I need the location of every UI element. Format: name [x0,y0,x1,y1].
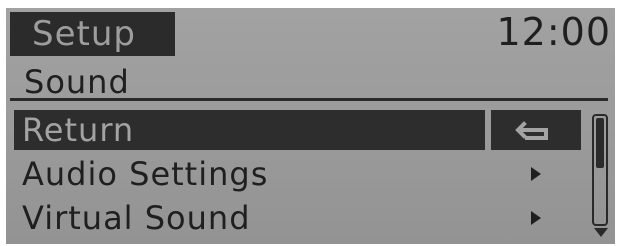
return-button[interactable] [491,110,581,150]
return-arrow-icon [515,121,548,140]
menu-item-return[interactable]: Return [14,110,485,150]
menu-item-virtual-sound[interactable]: Virtual Sound [14,198,485,238]
divider [10,98,608,101]
scrollbar-thumb[interactable] [596,118,604,168]
chevron-right-icon [531,167,541,181]
audio-settings-arrow[interactable] [491,154,581,194]
scrollbar[interactable] [592,114,608,226]
menu-item-label: Audio Settings [22,155,269,193]
display-screen: Setup 12:00 Sound Return Audio Settings … [6,8,615,244]
menu-item-audio-settings[interactable]: Audio Settings [14,154,485,194]
menu-item-label: Return [22,111,135,149]
scroll-down-icon[interactable] [593,227,609,239]
virtual-sound-arrow[interactable] [491,198,581,238]
submenu-title: Sound [24,63,130,101]
menu-item-label: Virtual Sound [22,199,251,237]
clock: 12:00 [496,10,611,54]
chevron-right-icon [531,211,541,225]
header-title-box: Setup [10,12,175,56]
header-title: Setup [32,14,136,54]
